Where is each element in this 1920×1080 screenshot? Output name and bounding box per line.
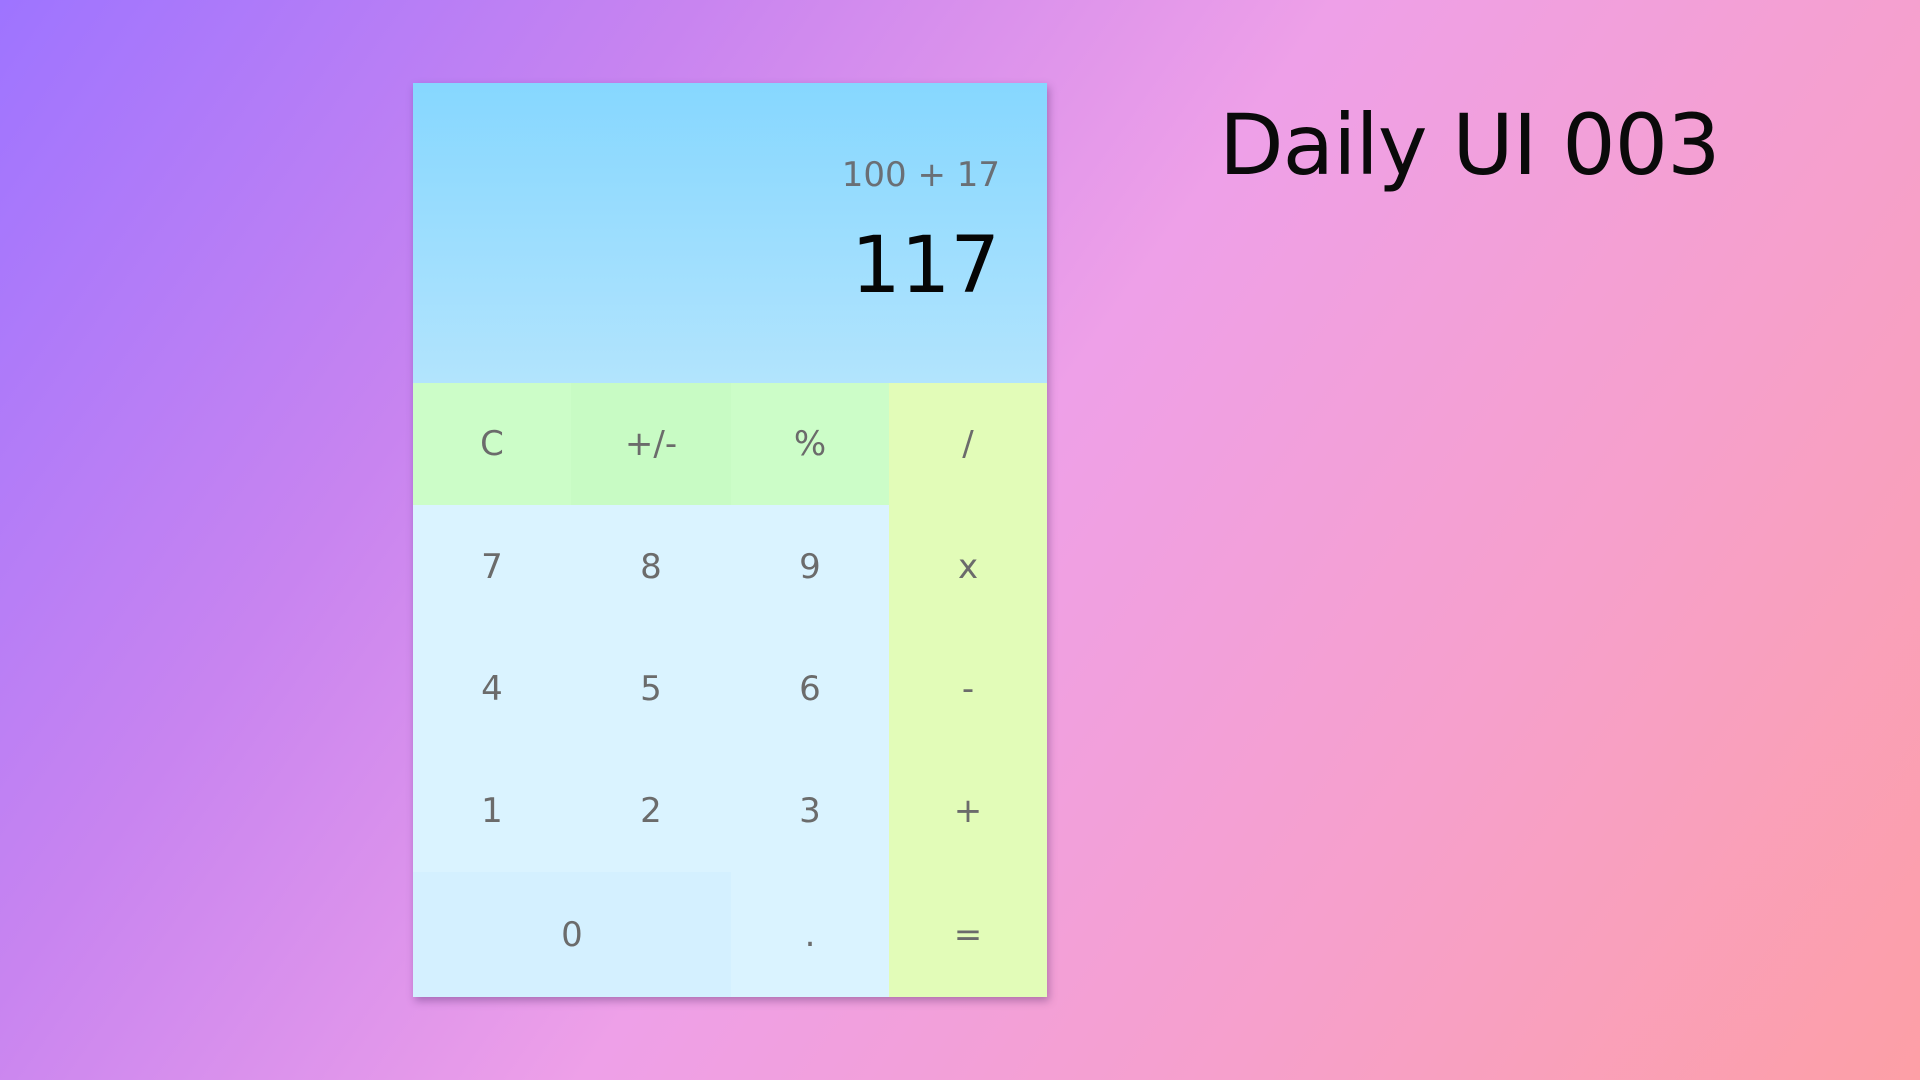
result-readout: 117: [851, 221, 1000, 311]
clear-button[interactable]: C: [413, 383, 571, 505]
multiply-button[interactable]: x: [889, 505, 1047, 628]
digit-3-button[interactable]: 3: [731, 750, 889, 872]
divide-button[interactable]: /: [889, 383, 1047, 505]
decimal-button[interactable]: .: [731, 872, 889, 997]
digit-8-button[interactable]: 8: [571, 505, 731, 628]
digit-7-button[interactable]: 7: [413, 505, 571, 628]
digit-2-button[interactable]: 2: [571, 750, 731, 872]
calculator-display: 100 + 17 117: [413, 83, 1047, 383]
equals-button[interactable]: =: [889, 872, 1047, 997]
digit-0-button[interactable]: 0: [413, 872, 731, 997]
digit-5-button[interactable]: 5: [571, 628, 731, 750]
digit-1-button[interactable]: 1: [413, 750, 571, 872]
digit-9-button[interactable]: 9: [731, 505, 889, 628]
page-heading: Daily UI 003: [1219, 96, 1721, 194]
digit-6-button[interactable]: 6: [731, 628, 889, 750]
calculator: 100 + 17 117 C +/- % / 7 8 9 x 4 5 6 - 1…: [413, 83, 1047, 997]
add-button[interactable]: +: [889, 750, 1047, 872]
expression-readout: 100 + 17: [841, 155, 1000, 195]
toggle-sign-button[interactable]: +/-: [571, 383, 731, 505]
percent-button[interactable]: %: [731, 383, 889, 505]
digit-4-button[interactable]: 4: [413, 628, 571, 750]
subtract-button[interactable]: -: [889, 628, 1047, 750]
